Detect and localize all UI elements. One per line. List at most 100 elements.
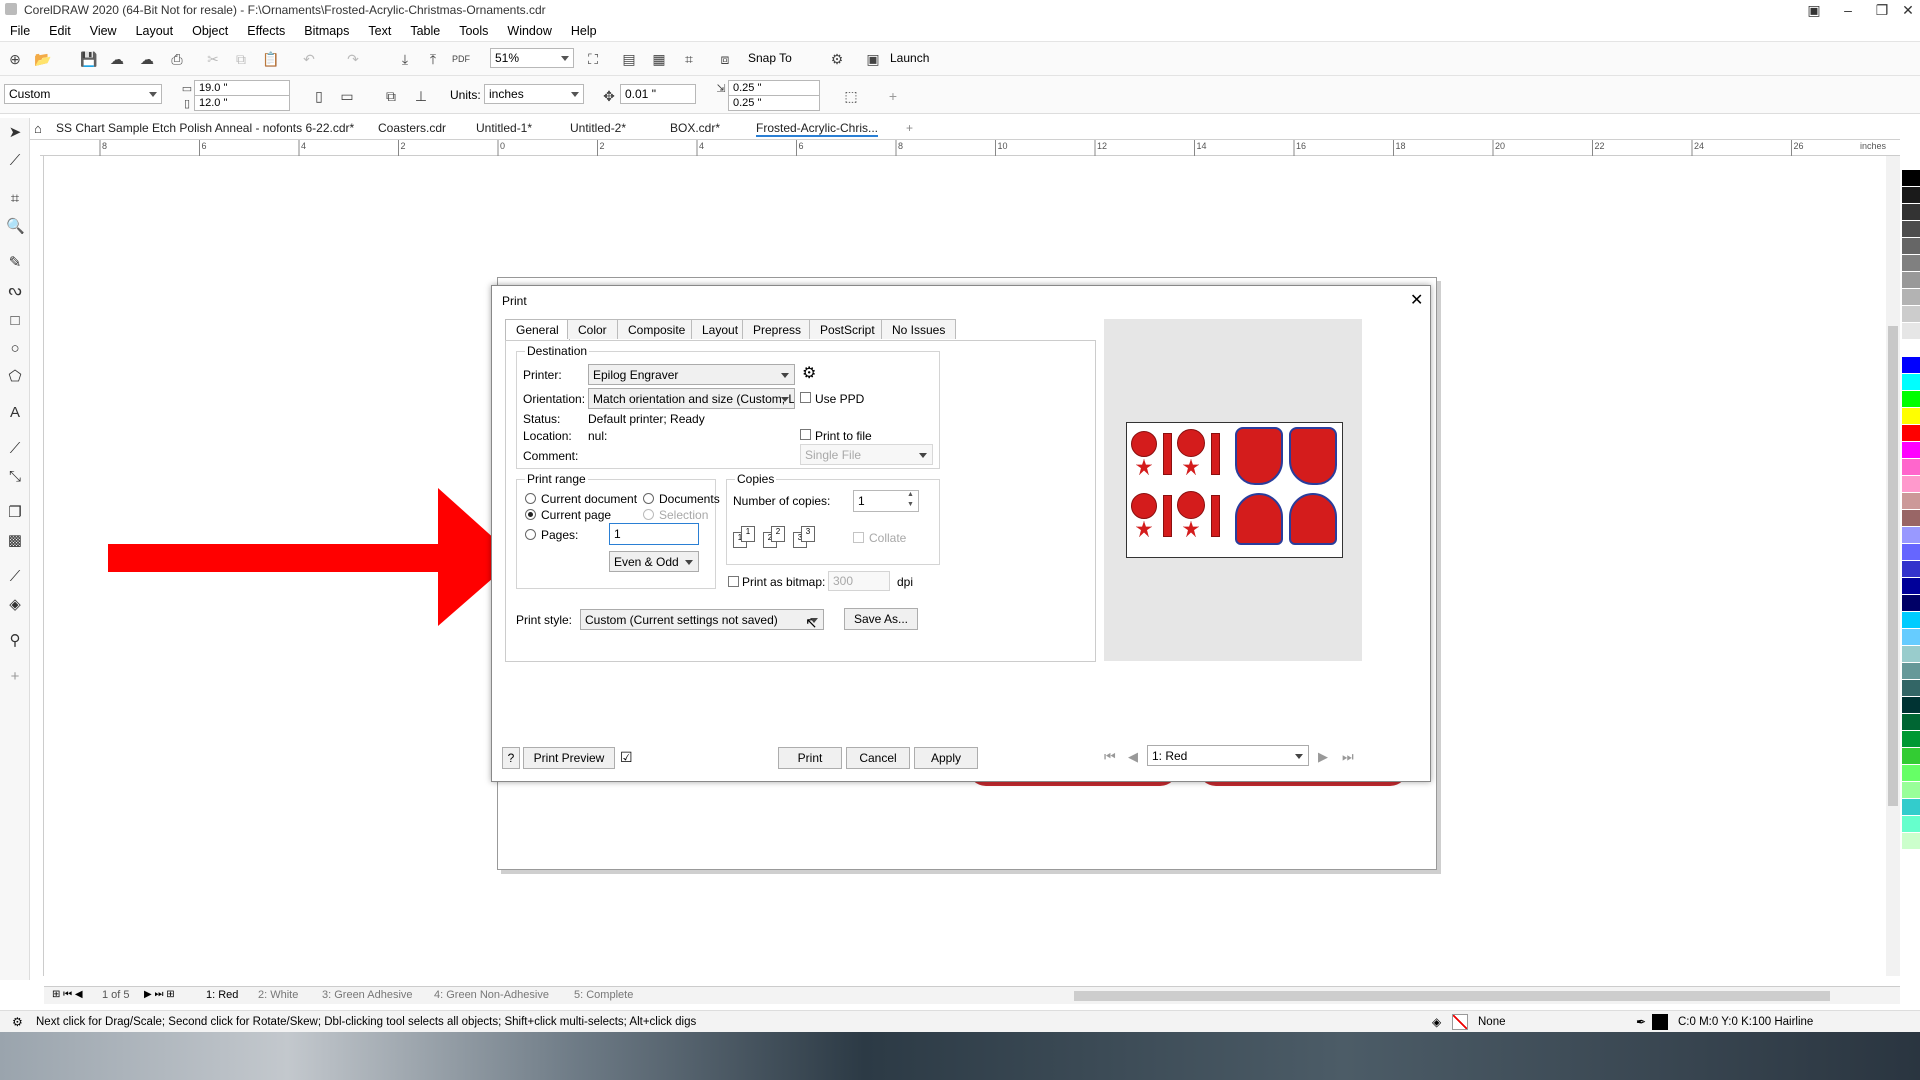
pages-radio[interactable] bbox=[525, 529, 536, 540]
save-as-button[interactable]: Save As... bbox=[844, 608, 918, 630]
color-swatch[interactable] bbox=[1902, 459, 1920, 476]
redo-icon[interactable]: ↷ bbox=[344, 51, 362, 67]
tab-layout[interactable]: Layout bbox=[691, 319, 750, 339]
home-icon[interactable]: ⌂ bbox=[34, 121, 42, 136]
color-swatch[interactable] bbox=[1902, 204, 1920, 221]
import-icon[interactable]: ⤓ bbox=[396, 51, 414, 67]
full-screen-icon[interactable]: ▤ bbox=[620, 51, 638, 67]
undo-icon[interactable]: ↶ bbox=[300, 51, 318, 67]
add-icon[interactable]: + bbox=[884, 88, 902, 104]
color-swatch[interactable] bbox=[1902, 731, 1920, 748]
color-swatch[interactable] bbox=[1902, 340, 1920, 357]
cloud-upload-icon[interactable]: ☁ bbox=[138, 51, 156, 67]
print-as-bitmap-checkbox[interactable] bbox=[728, 576, 739, 587]
minimize-button[interactable]: – bbox=[1832, 0, 1864, 20]
printer-select[interactable]: Epilog Engraver bbox=[588, 364, 795, 385]
current-page-icon[interactable]: ⊥ bbox=[412, 88, 430, 104]
zoom-level-select[interactable]: 51% bbox=[490, 48, 574, 68]
tab-postscript[interactable]: PostScript bbox=[809, 319, 886, 339]
pdf-icon[interactable]: PDF bbox=[452, 51, 470, 67]
text-tool-icon[interactable]: A bbox=[6, 404, 24, 422]
color-swatch[interactable] bbox=[1902, 680, 1920, 697]
new-tab-icon[interactable]: + bbox=[906, 121, 913, 135]
color-swatch[interactable] bbox=[1902, 425, 1920, 442]
print-style-select[interactable]: Custom (Current settings not saved) bbox=[580, 609, 824, 630]
help-window-icon[interactable]: ▣ bbox=[1798, 0, 1830, 20]
color-swatch[interactable] bbox=[1902, 561, 1920, 578]
landscape-icon[interactable]: ▭ bbox=[338, 88, 356, 104]
duplicate-y-input[interactable]: 0.25 " bbox=[728, 95, 820, 111]
cancel-button[interactable]: Cancel bbox=[846, 747, 910, 769]
eyedropper-icon[interactable]: ⟋ bbox=[6, 568, 24, 586]
bitmap-dpi-input[interactable]: 300 bbox=[828, 571, 890, 591]
menu-layout[interactable]: Layout bbox=[126, 20, 183, 38]
color-swatch[interactable] bbox=[1902, 255, 1920, 272]
selection-radio[interactable] bbox=[643, 509, 654, 520]
color-swatch[interactable] bbox=[1902, 272, 1920, 289]
doc-tab[interactable]: Untitled-2* bbox=[570, 121, 626, 135]
color-swatch[interactable] bbox=[1902, 782, 1920, 799]
color-swatch[interactable] bbox=[1902, 323, 1920, 340]
page-tab[interactable]: 3: Green Adhesive bbox=[322, 989, 413, 1001]
new-document-icon[interactable]: ⊕ bbox=[6, 51, 24, 67]
zoom-tool-icon[interactable]: 🔍 bbox=[6, 218, 25, 236]
menu-bitmaps[interactable]: Bitmaps bbox=[294, 20, 358, 38]
color-swatch[interactable] bbox=[1902, 697, 1920, 714]
preview-page-select[interactable]: 1: Red bbox=[1147, 745, 1309, 766]
doc-tab[interactable]: Untitled-1* bbox=[476, 121, 532, 135]
color-swatch[interactable] bbox=[1902, 799, 1920, 816]
doc-tab[interactable]: BOX.cdr* bbox=[670, 121, 720, 135]
menu-file[interactable]: File bbox=[0, 20, 39, 38]
color-swatch[interactable] bbox=[1902, 816, 1920, 833]
export-icon[interactable]: ⤒ bbox=[424, 51, 442, 67]
color-swatch[interactable] bbox=[1902, 510, 1920, 527]
page-width-input[interactable]: 19.0 " bbox=[194, 80, 290, 96]
first-page-icon[interactable]: ⏮ bbox=[1104, 749, 1116, 765]
next-page-icon[interactable]: ▶ bbox=[1318, 749, 1328, 765]
color-swatch[interactable] bbox=[1902, 442, 1920, 459]
tab-no-issues[interactable]: No Issues bbox=[881, 319, 957, 339]
doc-tab[interactable]: SS Chart Sample Etch Polish Anneal - nof… bbox=[56, 121, 354, 135]
freehand-tool-icon[interactable]: ✎ bbox=[6, 254, 24, 272]
artistic-media-icon[interactable]: ᔓ bbox=[6, 282, 24, 300]
duplicate-x-input[interactable]: 0.25 " bbox=[728, 80, 820, 96]
launch-icon[interactable]: ▣ bbox=[864, 51, 882, 67]
doc-tab[interactable]: Coasters.cdr bbox=[378, 121, 446, 135]
file-mode-select[interactable]: Single File bbox=[800, 444, 933, 465]
page-nav-next-icon[interactable]: ▶ ⏭ ⊞ bbox=[144, 989, 175, 1000]
all-pages-icon[interactable]: ⧉ bbox=[382, 88, 400, 104]
print-preview-button[interactable]: Print Preview bbox=[523, 747, 615, 769]
help-button[interactable]: ? bbox=[502, 747, 520, 769]
tab-general[interactable]: General bbox=[505, 319, 570, 340]
cloud-download-icon[interactable]: ☁ bbox=[108, 51, 126, 67]
color-swatch[interactable] bbox=[1902, 629, 1920, 646]
color-swatch[interactable] bbox=[1902, 289, 1920, 306]
menu-help[interactable]: Help bbox=[561, 20, 606, 38]
color-swatch[interactable] bbox=[1902, 374, 1920, 391]
launch-dropdown[interactable]: Launch bbox=[890, 51, 929, 65]
apply-button[interactable]: Apply bbox=[914, 747, 978, 769]
menu-table[interactable]: Table bbox=[400, 20, 449, 38]
color-swatch[interactable] bbox=[1902, 595, 1920, 612]
color-swatch[interactable] bbox=[1902, 238, 1920, 255]
transparency-icon[interactable]: ▩ bbox=[6, 532, 24, 550]
copy-icon[interactable]: ⧉ bbox=[232, 51, 250, 67]
preview-toggle-icon[interactable]: ☑ bbox=[620, 749, 633, 766]
tab-prepress[interactable]: Prepress bbox=[742, 319, 813, 339]
color-swatch[interactable] bbox=[1902, 476, 1920, 493]
page-nav-controls-icon[interactable]: ⊞ ⏮ ◀ bbox=[52, 989, 83, 1000]
page-tab[interactable]: 5: Complete bbox=[574, 989, 633, 1001]
options-gear-icon[interactable]: ⚙ bbox=[828, 51, 846, 67]
paste-icon[interactable]: 📋 bbox=[262, 51, 280, 67]
use-ppd-checkbox[interactable] bbox=[800, 392, 811, 403]
page-tab[interactable]: 2: White bbox=[258, 989, 298, 1001]
polygon-tool-icon[interactable]: ⬠ bbox=[6, 368, 24, 386]
menu-tools[interactable]: Tools bbox=[449, 20, 497, 38]
color-swatch[interactable] bbox=[1902, 765, 1920, 782]
color-swatch[interactable] bbox=[1902, 714, 1920, 731]
cut-icon[interactable]: ✂ bbox=[204, 51, 222, 67]
color-swatch[interactable] bbox=[1902, 170, 1920, 187]
close-window-button[interactable]: ✕ bbox=[1892, 0, 1920, 20]
color-swatch[interactable] bbox=[1902, 306, 1920, 323]
units-select[interactable]: inches bbox=[484, 84, 584, 104]
